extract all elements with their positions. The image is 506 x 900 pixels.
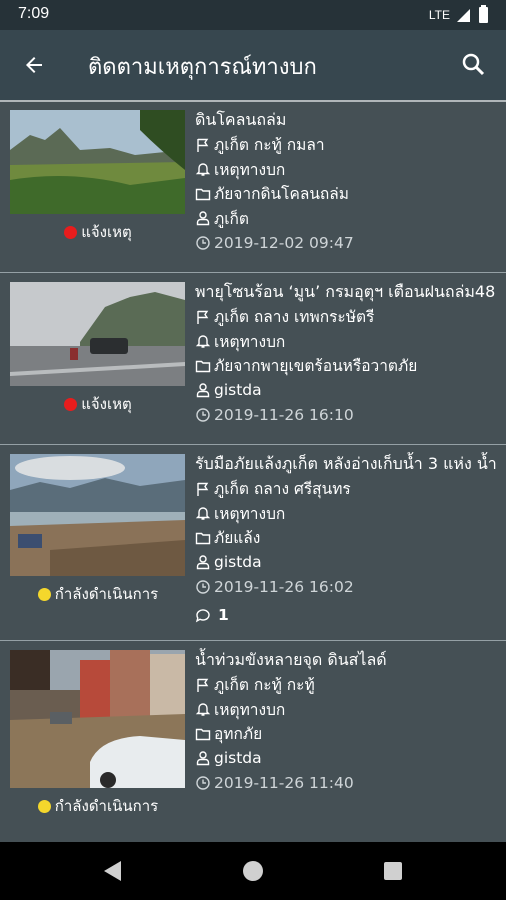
status-dot-icon xyxy=(64,225,78,239)
incident-category: เหตุทางบก xyxy=(214,504,286,523)
incident-type: ภัยแล้ง xyxy=(214,529,261,548)
app-bar: ติดตามเหตุการณ์ทางบก xyxy=(0,30,506,100)
status-bar: 7:09 LTE xyxy=(0,0,506,30)
system-nav-bar xyxy=(0,842,506,900)
incident-category: เหตุทางบก xyxy=(214,332,286,351)
incident-reporter: gistda xyxy=(214,553,262,572)
folder-icon xyxy=(195,728,211,740)
user-icon xyxy=(196,555,210,570)
incident-location: ภูเก็ต กะทู้ กมลา xyxy=(214,136,325,155)
search-icon xyxy=(462,53,485,76)
nav-recents-icon[interactable] xyxy=(384,862,402,880)
clock-icon xyxy=(196,776,210,790)
status-dot-icon xyxy=(64,397,78,411)
incident-title: ดินโคลนถล่ม xyxy=(195,109,287,129)
back-button[interactable] xyxy=(14,45,54,85)
incident-title: พายุโซนร้อน ‘มูน’ กรมอุตุฯ เตือนฝนถล่ม48 xyxy=(195,281,496,301)
incident-reporter: gistda xyxy=(214,381,262,400)
folder-icon xyxy=(195,360,211,372)
flag-icon xyxy=(197,138,209,152)
bell-icon xyxy=(195,507,211,520)
incident-datetime: 2019-12-02 09:47 xyxy=(214,233,354,252)
folder-icon xyxy=(195,188,211,200)
status-dot-icon xyxy=(37,587,51,601)
incident-datetime: 2019-11-26 11:40 xyxy=(214,773,354,792)
incident-location: ภูเก็ต กะทู้ กะทู้ xyxy=(214,676,315,695)
incident-location: ภูเก็ต ถลาง เทพกระษัตรี xyxy=(214,308,375,327)
list-item[interactable]: แจ้งเหตุ ดินโคลนถล่ม ภูเก็ต กะทู้ กมลา เ… xyxy=(0,102,506,273)
flag-icon xyxy=(197,678,209,692)
status-label: แจ้งเหตุ xyxy=(81,395,132,413)
status-label: แจ้งเหตุ xyxy=(81,223,132,241)
incident-datetime: 2019-11-26 16:02 xyxy=(214,577,354,596)
bell-icon xyxy=(195,703,211,716)
list-item[interactable]: กำลังดำเนินการ น้ำท่วมขังหลายจุด ดินสไลด… xyxy=(0,642,506,842)
status-label: กำลังดำเนินการ xyxy=(54,585,159,603)
incident-thumbnail xyxy=(10,282,185,386)
user-icon xyxy=(196,211,210,226)
status-badge: แจ้งเหตุ xyxy=(0,392,196,416)
arrow-left-icon xyxy=(26,57,42,73)
folder-icon xyxy=(195,532,211,544)
list-item[interactable]: แจ้งเหตุ พายุโซนร้อน ‘มูน’ กรมอุตุฯ เตือ… xyxy=(0,274,506,445)
network-type: LTE xyxy=(428,8,450,22)
search-button[interactable] xyxy=(454,45,494,85)
incident-type: ภัยจากดินโคลนถล่ม xyxy=(214,185,350,204)
incident-category: เหตุทางบก xyxy=(214,700,286,719)
bell-icon xyxy=(195,163,211,176)
incident-type: ภัยจากพายุเขตร้อนหรือวาตภัย xyxy=(214,357,418,376)
comment-icon xyxy=(195,609,210,623)
user-icon xyxy=(196,751,210,766)
incident-thumbnail xyxy=(10,454,185,576)
incident-type: อุทกภัย xyxy=(214,725,263,744)
incident-location: ภูเก็ต ถลาง ศรีสุนทร xyxy=(214,480,351,499)
clock: 7:09 xyxy=(18,5,50,22)
page-title: ติดตามเหตุการณ์ทางบก xyxy=(88,55,317,80)
incident-datetime: 2019-11-26 16:10 xyxy=(214,405,354,424)
battery-icon xyxy=(479,5,488,23)
clock-icon xyxy=(196,408,210,422)
incident-reporter: ภูเก็ต xyxy=(214,209,249,228)
status-label: กำลังดำเนินการ xyxy=(54,797,159,815)
clock-icon xyxy=(196,236,210,250)
incident-thumbnail xyxy=(10,650,185,788)
status-badge: แจ้งเหตุ xyxy=(0,220,196,244)
flag-icon xyxy=(197,482,209,496)
incident-list[interactable]: แจ้งเหตุ ดินโคลนถล่ม ภูเก็ต กะทู้ กมลา เ… xyxy=(0,100,506,842)
flag-icon xyxy=(197,310,209,324)
incident-title: น้ำท่วมขังหลายจุด ดินสไลด์ xyxy=(195,649,387,669)
comment-count: 1 xyxy=(218,606,229,625)
nav-back-icon[interactable] xyxy=(104,861,121,881)
nav-home-icon[interactable] xyxy=(243,861,263,881)
clock-icon xyxy=(196,580,210,594)
incident-category: เหตุทางบก xyxy=(214,160,286,179)
incident-reporter: gistda xyxy=(214,749,262,768)
user-icon xyxy=(196,383,210,398)
status-dot-icon xyxy=(37,799,51,813)
signal-icon xyxy=(457,9,470,22)
status-badge: กำลังดำเนินการ xyxy=(0,794,196,818)
status-badge: กำลังดำเนินการ xyxy=(0,582,196,606)
list-item[interactable]: กำลังดำเนินการ รับมือภัยแล้งภูเก็ต หลังอ… xyxy=(0,446,506,641)
incident-thumbnail xyxy=(10,110,185,214)
incident-title: รับมือภัยแล้งภูเก็ต หลังอ่างเก็บน้ำ 3 แห… xyxy=(195,453,497,473)
bell-icon xyxy=(195,335,211,348)
